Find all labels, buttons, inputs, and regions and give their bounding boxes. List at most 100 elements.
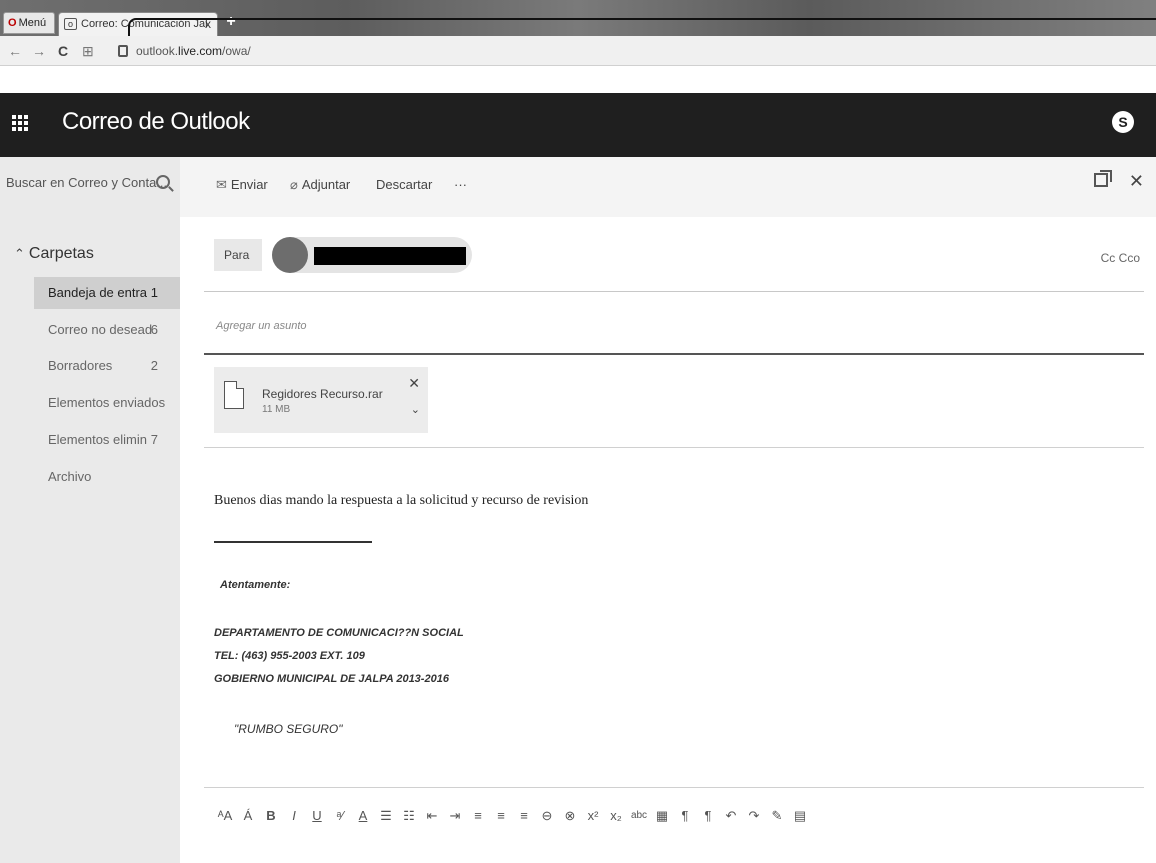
signature-phone: TEL: (463) 955-2003 EXT. 109 (214, 650, 365, 662)
folder-count: 2 (150, 358, 158, 373)
avatar (272, 237, 308, 273)
more-actions-button[interactable]: ··· (454, 177, 467, 192)
command-bar: ✉ Enviar ⌀ Adjuntar Descartar ··· ✕ (180, 157, 1156, 217)
popout-icon[interactable] (1094, 170, 1112, 187)
folder-count: 7 (150, 432, 158, 447)
send-button[interactable]: ✉ Enviar (216, 177, 268, 193)
send-icon: ✉ (216, 177, 227, 192)
forward-icon[interactable]: → (32, 43, 46, 59)
folder-label: Elementos elimin (48, 432, 147, 447)
search-input[interactable]: Buscar en Correo y Conta... (6, 175, 176, 197)
rtl-icon[interactable]: ¶ (697, 805, 719, 827)
skype-icon[interactable]: S (1112, 111, 1134, 133)
url-prefix: outlook. (136, 44, 179, 58)
attach-label: Adjuntar (301, 177, 351, 192)
divider (204, 353, 1144, 355)
folder-item-drafts[interactable]: Borradores 2 (34, 350, 180, 382)
browser-menu-button[interactable]: O Menú (3, 12, 55, 34)
discard-label: Descartar (376, 177, 433, 192)
divider (204, 447, 1144, 448)
bullet-list-icon[interactable]: ☰ (375, 805, 397, 827)
divider (204, 291, 1144, 292)
clear-format-icon[interactable]: ✎ (766, 805, 788, 827)
underline-icon[interactable]: U (306, 805, 328, 827)
attachment-size: 11 MB (262, 404, 291, 415)
increase-indent-icon[interactable]: ⇥ (444, 805, 466, 827)
signature-department: DEPARTAMENTO DE COMUNICACI??N SOCIAL (214, 627, 464, 639)
font-shrink-icon[interactable]: Á (237, 805, 259, 827)
send-label: Enviar (230, 177, 268, 192)
align-left-icon[interactable]: ≡ (467, 805, 489, 827)
search-placeholder: Buscar en Correo y Conta... (6, 175, 168, 190)
folder-item-sent[interactable]: Elementos enviados (34, 387, 180, 419)
close-icon[interactable]: ✕ (1129, 171, 1144, 192)
app-launcher-icon[interactable] (12, 115, 28, 131)
folder-item-junk[interactable]: Correo no desead 6 (34, 314, 180, 346)
align-right-icon[interactable]: ≡ (513, 805, 535, 827)
address-bar: ← → C ⊞ outlook.live.com/owa/ (0, 36, 1156, 66)
decrease-indent-icon[interactable]: ⇤ (421, 805, 443, 827)
lock-icon (118, 45, 128, 57)
back-icon[interactable]: ← (8, 43, 22, 59)
recipient-pill[interactable] (272, 237, 472, 273)
bcc-link[interactable]: Cco (1119, 251, 1140, 265)
attachment-card[interactable]: Regidores Recurso.rar 11 MB ✕ ⌄ (214, 367, 428, 433)
align-center-icon[interactable]: ≡ (490, 805, 512, 827)
bold-icon[interactable]: B (260, 805, 282, 827)
subject-input[interactable]: Agregar un asunto (216, 320, 307, 332)
font-size-icon[interactable]: ᴬA (214, 805, 236, 827)
folder-item-inbox[interactable]: Bandeja de entra 1 (34, 277, 180, 309)
chevron-up-icon: ⌃ (14, 246, 25, 261)
to-button[interactable]: Para (214, 239, 262, 271)
reload-icon[interactable]: C (58, 43, 68, 59)
signature-greeting: Atentamente: (220, 579, 291, 591)
highlight-icon[interactable]: ᵃ⁄ (329, 805, 351, 827)
paperclip-icon: ⌀ (290, 177, 298, 192)
opera-logo-icon: O (8, 17, 17, 29)
divider (204, 787, 1144, 788)
folder-count: 1 (150, 285, 158, 300)
outlook-favicon-icon: o (64, 18, 77, 30)
remove-link-icon[interactable]: ⊗ (559, 805, 581, 827)
folder-item-archive[interactable]: Archivo (34, 461, 180, 493)
file-icon (224, 381, 244, 409)
signature-government: GOBIERNO MUNICIPAL DE JALPA 2013-2016 (214, 673, 449, 685)
url-domain: live.com (178, 44, 223, 58)
folders-heading[interactable]: ⌃ Carpetas (14, 245, 94, 263)
url-path: /owa/ (222, 44, 251, 58)
strikethrough-icon[interactable]: abc (628, 805, 650, 827)
message-body[interactable]: Buenos dias mando la respuesta a la soli… (214, 493, 588, 509)
folder-label: Bandeja de entra (48, 285, 148, 300)
app-header: Correo de Outlook S (0, 93, 1156, 157)
calendar-icon[interactable]: ▤ (789, 805, 811, 827)
formatting-toolbar: ᴬA Á B I U ᵃ⁄ A ☰ ☷ ⇤ ⇥ ≡ ≡ ≡ ⊖ ⊗ x² x₂ … (214, 805, 812, 829)
folder-label: Borradores (48, 358, 113, 373)
folder-item-deleted[interactable]: Elementos elimin 7 (34, 424, 180, 456)
search-icon[interactable] (156, 175, 170, 189)
numbered-list-icon[interactable]: ☷ (398, 805, 420, 827)
remove-attachment-icon[interactable]: ✕ (408, 375, 420, 392)
url-field[interactable]: outlook.live.com/owa/ (112, 41, 1152, 61)
insert-table-icon[interactable]: ▦ (651, 805, 673, 827)
app-title: Correo de Outlook (62, 108, 250, 135)
insert-link-icon[interactable]: ⊖ (536, 805, 558, 827)
cc-link[interactable]: Cc (1101, 251, 1116, 265)
ltr-icon[interactable]: ¶ (674, 805, 696, 827)
attachment-name: Regidores Recurso.rar (262, 387, 383, 401)
undo-icon[interactable]: ↶ (720, 805, 742, 827)
redo-icon[interactable]: ↷ (743, 805, 765, 827)
folder-label: Archivo (48, 469, 92, 484)
speed-dial-icon[interactable]: ⊞ (82, 43, 94, 60)
folder-count: 6 (150, 322, 158, 337)
font-color-icon[interactable]: A (352, 805, 374, 827)
chevron-down-icon[interactable]: ⌄ (411, 403, 420, 416)
attach-button[interactable]: ⌀ Adjuntar (290, 177, 350, 193)
folder-label: Correo no desead (48, 322, 153, 337)
italic-icon[interactable]: I (283, 805, 305, 827)
cc-bcc-links: Cc Cco (1101, 251, 1140, 265)
compose-pane: Para Cc Cco Agregar un asunto Regidores … (180, 217, 1156, 863)
discard-button[interactable]: Descartar (376, 177, 432, 192)
subscript-icon[interactable]: x₂ (605, 805, 627, 827)
folders-heading-label: Carpetas (28, 245, 94, 262)
superscript-icon[interactable]: x² (582, 805, 604, 827)
